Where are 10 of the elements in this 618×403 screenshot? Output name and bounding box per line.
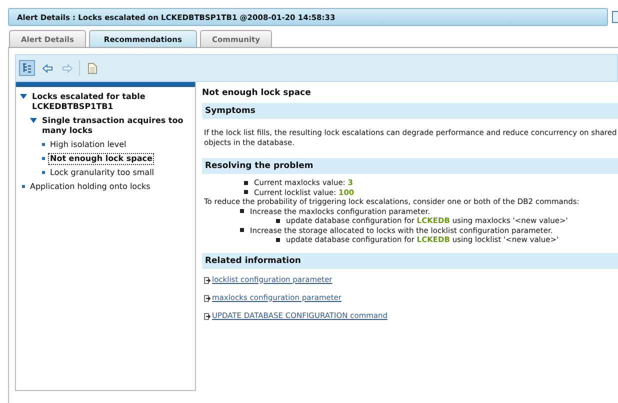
tree-item[interactable]: Application holding onto locks	[28, 181, 152, 193]
tree-item[interactable]: Single transaction acquires too many locks	[40, 115, 195, 137]
tree-item[interactable]: High isolation level	[48, 139, 128, 151]
tree-item[interactable]: Locks escalated for table LCKEDBTBSP1TB1	[30, 91, 195, 113]
section-heading: Symptoms	[202, 103, 618, 119]
section-heading: Resolving the problem	[202, 158, 618, 174]
tree-item[interactable]: Lock granularity too small	[48, 167, 156, 179]
section-heading: Related information	[202, 252, 618, 268]
tree-item[interactable]: Not enough lock space	[48, 153, 154, 165]
detail-title: Not enough lock space	[202, 88, 312, 98]
